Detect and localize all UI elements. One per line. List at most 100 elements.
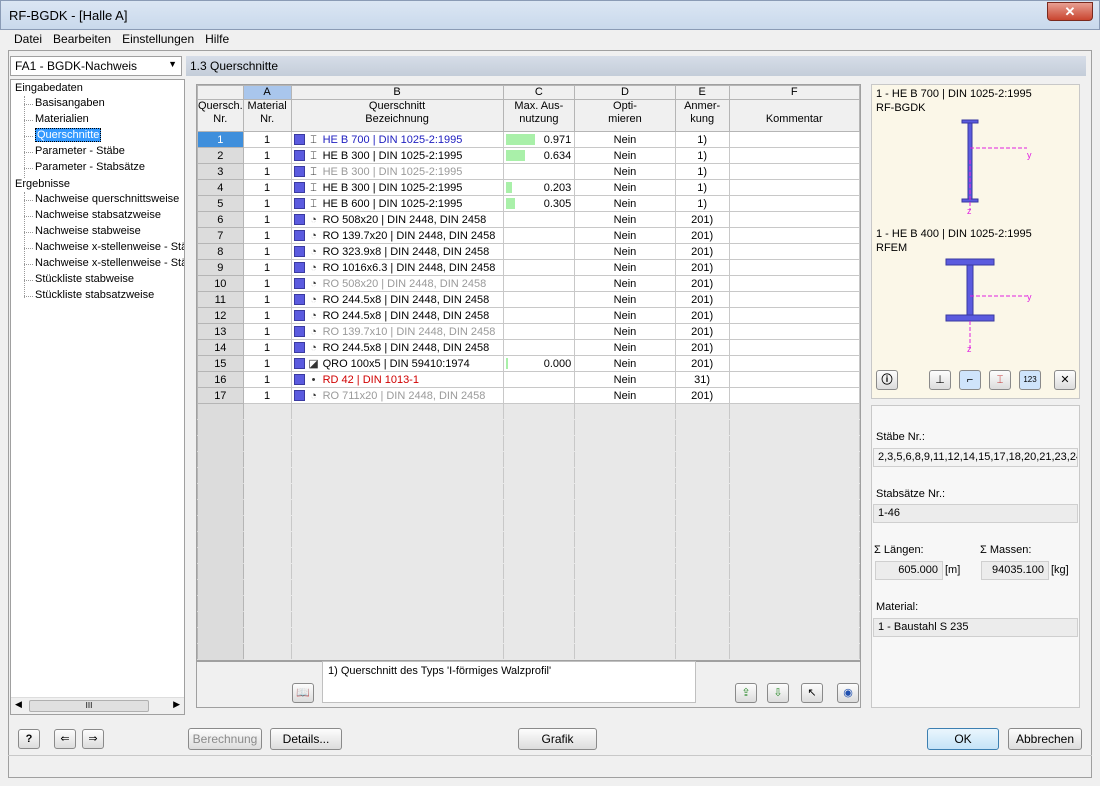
anmerkung-cell[interactable]: 1) [674, 163, 730, 180]
bezeichnung-cell[interactable]: ◔ RO 244.5x8 | DIN 2448, DIN 2458 [290, 307, 504, 324]
optimieren-cell[interactable]: Nein [574, 355, 676, 372]
material-cell[interactable]: 1 [242, 227, 292, 244]
table-row[interactable]: 6 1 ◔ RO 508x20 | DIN 2448, DIN 2458 Nein 201… [197, 211, 860, 228]
export-excel-icon[interactable]: ⇪ [735, 683, 757, 703]
material-cell[interactable]: 1 [242, 307, 292, 324]
anmerkung-cell[interactable]: 201) [674, 227, 730, 244]
kommentar-cell[interactable] [728, 291, 860, 308]
ausnutzung-cell[interactable]: 0.000 [502, 355, 576, 372]
nav-item-parameter-staebe[interactable]: Parameter - Stäbe [35, 145, 125, 157]
nav-item-nachweise-x-stellen-staebe[interactable]: Nachweise x-stellenweise - Stäb [35, 241, 184, 253]
kommentar-cell[interactable] [728, 211, 860, 228]
anmerkung-cell[interactable]: 1) [674, 147, 730, 164]
row-number[interactable]: 12 [197, 307, 244, 324]
bezeichnung-cell[interactable]: ⌶ HE B 300 | DIN 1025-2:1995 [290, 179, 504, 196]
table-row[interactable]: 7 1 ◔ RO 139.7x20 | DIN 2448, DIN 2458 Nein 2… [197, 227, 860, 244]
anmerkung-cell[interactable]: 31) [674, 371, 730, 388]
section-view-icon[interactable]: ⊥ [929, 370, 951, 390]
help-icon[interactable]: ? [18, 729, 40, 749]
col-letter-d[interactable]: D [574, 85, 676, 100]
optimieren-cell[interactable]: Nein [574, 163, 676, 180]
bezeichnung-cell[interactable]: ◔ RO 1016x6.3 | DIN 2448, DIN 2458 [290, 259, 504, 276]
anmerkung-cell[interactable]: 201) [674, 275, 730, 292]
row-number[interactable]: 15 [197, 355, 244, 372]
table-row[interactable]: 11 1 ◔ RO 244.5x8 | DIN 2448, DIN 2458 Nein 2… [197, 291, 860, 308]
bezeichnung-cell[interactable]: ◔ RO 508x20 | DIN 2448, DIN 2458 [290, 211, 504, 228]
table-row[interactable]: 4 1 ⌶ HE B 300 | DIN 1025-2:1995 0.203 Nein 1) [197, 179, 860, 196]
row-number[interactable]: 5 [197, 195, 244, 212]
anmerkung-cell[interactable]: 201) [674, 243, 730, 260]
bezeichnung-cell[interactable]: ◔ RO 139.7x10 | DIN 2448, DIN 2458 [290, 323, 504, 340]
berechnung-button[interactable]: Berechnung [188, 728, 262, 750]
row-number[interactable]: 3 [197, 163, 244, 180]
material-cell[interactable]: 1 [242, 339, 292, 356]
bezeichnung-cell[interactable]: ◪ QRO 100x5 | DIN 59410:1974 [290, 355, 504, 372]
numbering-icon[interactable]: 123 [1019, 370, 1041, 390]
table-row[interactable]: 3 1 ⌶ HE B 300 | DIN 1025-2:1995 Nein 1) [197, 163, 860, 180]
ok-button[interactable]: OK [927, 728, 999, 750]
table-row[interactable]: 10 1 ◔ RO 508x20 | DIN 2448, DIN 2458 Nein 20… [197, 275, 860, 292]
optimieren-cell[interactable]: Nein [574, 227, 676, 244]
kommentar-cell[interactable] [728, 227, 860, 244]
ausnutzung-cell[interactable] [502, 291, 576, 308]
table-row[interactable]: 17 1 ◔ RO 711x20 | DIN 2448, DIN 2458 Nein 20… [197, 387, 860, 404]
anmerkung-cell[interactable]: 1) [674, 195, 730, 212]
kommentar-cell[interactable] [728, 163, 860, 180]
ausnutzung-cell[interactable] [502, 371, 576, 388]
previous-table-icon[interactable]: ⇐ [54, 729, 76, 749]
optimieren-cell[interactable]: Nein [574, 291, 676, 308]
scroll-thumb[interactable]: III [29, 700, 149, 712]
optimieren-cell[interactable]: Nein [574, 243, 676, 260]
ausnutzung-cell[interactable] [502, 211, 576, 228]
anmerkung-cell[interactable]: 201) [674, 323, 730, 340]
kommentar-cell[interactable] [728, 147, 860, 164]
kommentar-cell[interactable] [728, 179, 860, 196]
bezeichnung-cell[interactable]: ◔ RO 244.5x8 | DIN 2448, DIN 2458 [290, 291, 504, 308]
kommentar-cell[interactable] [728, 323, 860, 340]
optimieren-cell[interactable]: Nein [574, 259, 676, 276]
row-number[interactable]: 6 [197, 211, 244, 228]
menu-bearbeiten[interactable]: Bearbeiten [47, 30, 116, 46]
scroll-left-icon[interactable]: ◀ [15, 699, 22, 710]
col-letter-e[interactable]: E [674, 85, 730, 100]
import-excel-icon[interactable]: ⇩ [767, 683, 789, 703]
staebe-field[interactable]: 2,3,5,6,8,9,11,12,14,15,17,18,20,21,23,2… [873, 448, 1078, 467]
nav-item-stueckliste-stabweise[interactable]: Stückliste stabweise [35, 273, 134, 285]
ausnutzung-cell[interactable] [502, 227, 576, 244]
view-eye-icon[interactable]: ◉ [837, 683, 859, 703]
ausnutzung-cell[interactable] [502, 163, 576, 180]
table-row[interactable]: 14 1 ◔ RO 244.5x8 | DIN 2448, DIN 2458 Nein 2… [197, 339, 860, 356]
select-pointer-icon[interactable]: ↖ [801, 683, 823, 703]
bezeichnung-cell[interactable]: ⌶ HE B 300 | DIN 1025-2:1995 [290, 163, 504, 180]
axes-icon[interactable]: ⌐ [959, 370, 981, 390]
kommentar-cell[interactable] [728, 131, 860, 148]
table-row[interactable]: 1 1 ⌶ HE B 700 | DIN 1025-2:1995 0.971 Nein 1) [197, 131, 860, 148]
kommentar-cell[interactable] [728, 355, 860, 372]
kommentar-cell[interactable] [728, 275, 860, 292]
ausnutzung-cell[interactable]: 0.305 [502, 195, 576, 212]
bezeichnung-cell[interactable]: ◔ RO 323.9x8 | DIN 2448, DIN 2458 [290, 243, 504, 260]
kommentar-cell[interactable] [728, 371, 860, 388]
scroll-right-icon[interactable]: ▶ [173, 699, 180, 710]
kommentar-cell[interactable] [728, 387, 860, 404]
bezeichnung-cell[interactable]: ◔ RO 508x20 | DIN 2448, DIN 2458 [290, 275, 504, 292]
next-table-icon[interactable]: ⇒ [82, 729, 104, 749]
table-row[interactable]: 12 1 ◔ RO 244.5x8 | DIN 2448, DIN 2458 Nein 2… [197, 307, 860, 324]
col-letter-f[interactable]: F [728, 85, 860, 100]
table-row[interactable]: 13 1 ◔ RO 139.7x10 | DIN 2448, DIN 2458 Nein… [197, 323, 860, 340]
material-cell[interactable]: 1 [242, 131, 292, 148]
optimieren-cell[interactable]: Nein [574, 147, 676, 164]
material-cell[interactable]: 1 [242, 211, 292, 228]
nav-item-stueckliste-stabsatzweise[interactable]: Stückliste stabsatzweise [35, 289, 154, 301]
menu-hilfe[interactable]: Hilfe [199, 30, 234, 46]
ausnutzung-cell[interactable]: 0.203 [502, 179, 576, 196]
optimieren-cell[interactable]: Nein [574, 131, 676, 148]
details-button[interactable]: Details... [270, 728, 342, 750]
row-number[interactable]: 9 [197, 259, 244, 276]
anmerkung-cell[interactable]: 201) [674, 211, 730, 228]
grafik-button[interactable]: Grafik [518, 728, 597, 750]
table-row[interactable]: 9 1 ◔ RO 1016x6.3 | DIN 2448, DIN 2458 Nein 2… [197, 259, 860, 276]
kommentar-cell[interactable] [728, 307, 860, 324]
case-select[interactable]: FA1 - BGDK-Nachweis ▼ [10, 56, 182, 76]
optimieren-cell[interactable]: Nein [574, 179, 676, 196]
